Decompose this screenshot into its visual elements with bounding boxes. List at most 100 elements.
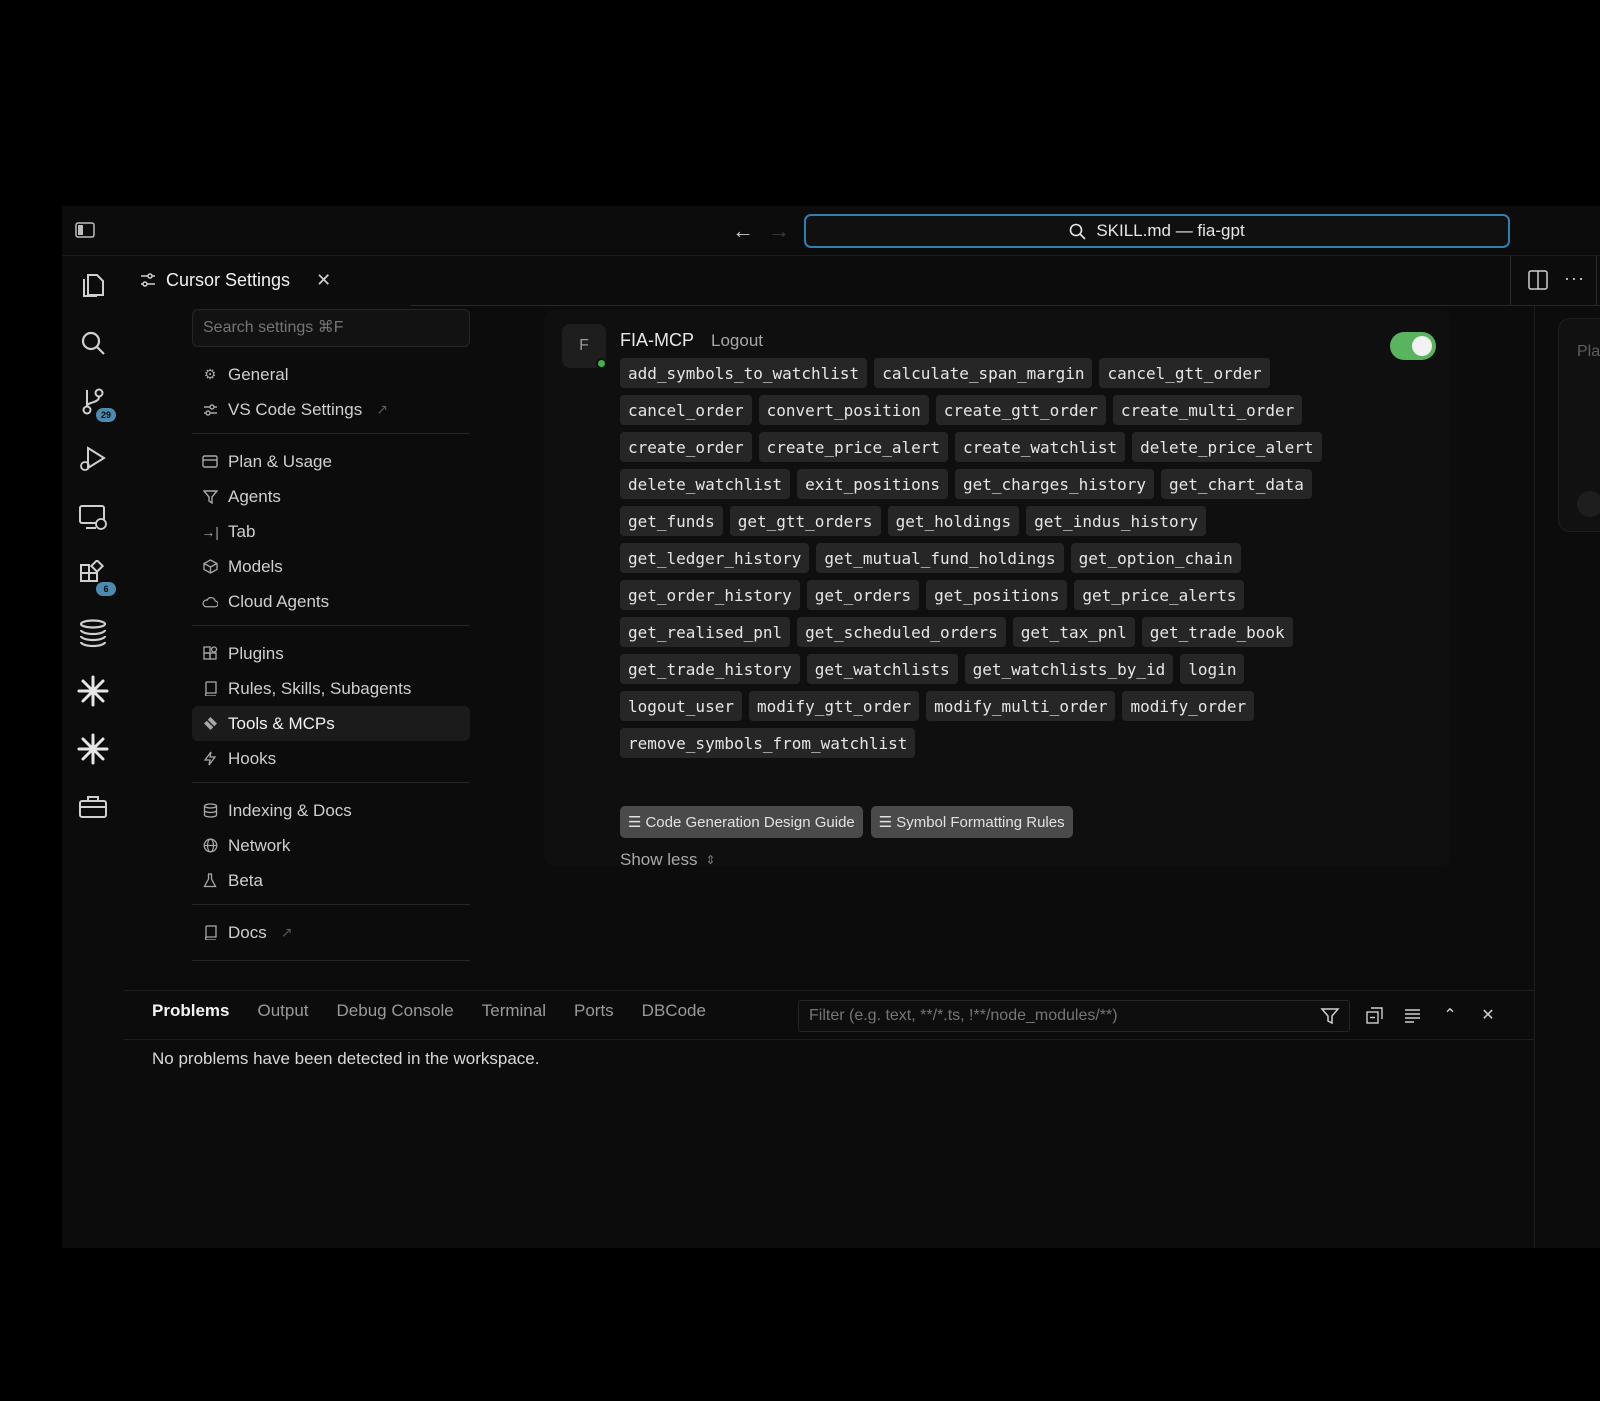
tab-cursor-settings[interactable]: Cursor Settings ✕: [124, 256, 410, 306]
sidebar-item-agents[interactable]: Agents: [192, 479, 470, 514]
view-as-list-icon[interactable]: [1402, 1005, 1422, 1025]
sidebar-item-indexing-docs[interactable]: Indexing & Docs: [192, 793, 470, 828]
tool-chip[interactable]: login: [1180, 654, 1245, 684]
tool-chip[interactable]: add_symbols_to_watchlist: [620, 358, 868, 388]
problems-filter-input[interactable]: [798, 1000, 1350, 1032]
bolt-icon: [202, 751, 218, 767]
sidebar-item-plugins[interactable]: Plugins: [192, 636, 470, 671]
sidebar-item-plan-usage[interactable]: Plan & Usage: [192, 444, 470, 479]
sidebar-item-tab[interactable]: →| Tab: [192, 514, 470, 549]
sparkle-icon[interactable]: [76, 674, 110, 708]
tool-chip[interactable]: convert_position: [758, 395, 929, 425]
tool-chip[interactable]: create_price_alert: [758, 432, 948, 462]
back-arrow-icon[interactable]: ←: [732, 218, 754, 244]
forward-arrow-icon[interactable]: →: [768, 218, 790, 244]
tool-chip[interactable]: cancel_gtt_order: [1099, 358, 1270, 388]
tool-chip[interactable]: get_scheduled_orders: [797, 617, 1006, 647]
tool-chip[interactable]: create_multi_order: [1112, 395, 1303, 425]
sidebar-item-label: Plan & Usage: [228, 451, 332, 471]
tool-chip[interactable]: get_price_alerts: [1074, 580, 1245, 610]
tool-chip[interactable]: get_gtt_orders: [729, 506, 881, 536]
tool-chip[interactable]: calculate_span_margin: [874, 358, 1093, 388]
sidebar-item-cloud-agents[interactable]: Cloud Agents: [192, 584, 470, 619]
tool-chip[interactable]: get_trade_book: [1141, 617, 1293, 647]
tool-chip[interactable]: cancel_order: [620, 395, 752, 425]
sidebar-item-models[interactable]: Models: [192, 549, 470, 584]
tab-terminal[interactable]: Terminal: [482, 1001, 546, 1021]
chevron-up-icon[interactable]: ⌃: [1440, 1005, 1460, 1025]
tool-chip[interactable]: logout_user: [620, 691, 742, 721]
tool-chip[interactable]: get_realised_pnl: [620, 617, 791, 647]
toggle-sidebar-icon[interactable]: [75, 222, 95, 238]
close-icon[interactable]: ✕: [316, 270, 331, 291]
external-link-icon: ↗: [280, 924, 293, 940]
tool-chip[interactable]: get_holdings: [887, 506, 1020, 536]
remote-explorer-icon[interactable]: [76, 500, 110, 534]
cloud-icon: [202, 594, 218, 610]
explorer-icon[interactable]: [76, 268, 110, 302]
tool-chip[interactable]: get_watchlists: [806, 654, 958, 684]
tool-chip[interactable]: get_option_chain: [1070, 543, 1241, 573]
tool-chip[interactable]: get_ledger_history: [620, 543, 810, 573]
tool-chip[interactable]: remove_symbols_from_watchlist: [620, 728, 916, 758]
sidebar-item-general[interactable]: ⚙ General: [192, 357, 470, 392]
search-settings-input[interactable]: [192, 309, 470, 347]
source-control-icon[interactable]: 29: [76, 384, 116, 422]
run-debug-icon[interactable]: [76, 442, 110, 476]
tool-chip[interactable]: get_watchlists_by_id: [964, 654, 1174, 684]
command-center[interactable]: SKILL.md — fia-gpt: [804, 214, 1510, 248]
extensions-icon[interactable]: 6: [76, 558, 116, 596]
sidebar-item-vscode-settings[interactable]: VS Code Settings ↗: [192, 392, 470, 427]
tool-chip[interactable]: modify_order: [1122, 691, 1255, 721]
server-enabled-toggle[interactable]: [1390, 332, 1436, 360]
tool-chip[interactable]: get_orders: [806, 580, 920, 610]
sidebar-item-beta[interactable]: Beta: [192, 863, 470, 898]
split-editor-icon[interactable]: [1528, 270, 1548, 290]
sidebar-item-label: General: [228, 364, 289, 384]
tool-chip[interactable]: get_charges_history: [954, 469, 1155, 499]
tool-chip[interactable]: get_mutual_fund_holdings: [816, 543, 1064, 573]
editor-tab-bar: Cursor Settings ✕ ···: [124, 256, 1600, 306]
tab-debug-console[interactable]: Debug Console: [337, 1001, 454, 1021]
tool-chip[interactable]: get_chart_data: [1161, 469, 1312, 499]
sidebar-item-network[interactable]: Network: [192, 828, 470, 863]
collapse-all-icon[interactable]: [1364, 1005, 1384, 1025]
tab-problems[interactable]: Problems: [152, 1001, 229, 1021]
filter-icon[interactable]: [1320, 1006, 1340, 1026]
bottom-panel: Problems Output Debug Console Terminal P…: [124, 990, 1534, 1248]
tab-ports[interactable]: Ports: [574, 1001, 614, 1021]
tool-chip[interactable]: delete_watchlist: [620, 469, 791, 499]
tool-chip[interactable]: get_indus_history: [1026, 506, 1206, 536]
tool-chip[interactable]: create_gtt_order: [935, 395, 1106, 425]
rule-chip[interactable]: ☰ Symbol Formatting Rules: [870, 806, 1073, 838]
mcp-server-card: F FIA-MCP Logout add_symbols_to_watchlis…: [544, 310, 1450, 869]
show-less-button[interactable]: Show less ⇕: [620, 850, 716, 870]
close-icon[interactable]: ✕: [1478, 1005, 1498, 1025]
infinity-icon[interactable]: [1577, 491, 1600, 517]
tool-chip[interactable]: create_order: [620, 432, 752, 462]
tool-chip[interactable]: create_watchlist: [954, 432, 1126, 462]
tool-chip[interactable]: get_trade_history: [620, 654, 800, 684]
tool-chip[interactable]: get_tax_pnl: [1012, 617, 1135, 647]
tab-dbcode[interactable]: DBCode: [642, 1001, 706, 1021]
search-icon[interactable]: [76, 326, 110, 360]
tool-chip[interactable]: get_funds: [620, 506, 723, 536]
sidebar-item-label: Docs: [228, 922, 267, 942]
database-icon[interactable]: [76, 616, 110, 650]
tool-chip[interactable]: exit_positions: [797, 469, 948, 499]
tab-output[interactable]: Output: [257, 1001, 308, 1021]
sidebar-item-hooks[interactable]: Hooks: [192, 741, 470, 776]
tool-chip[interactable]: get_positions: [926, 580, 1068, 610]
toolbox-icon[interactable]: [76, 790, 110, 824]
sidebar-item-docs[interactable]: Docs ↗: [192, 915, 470, 950]
sparkle-icon[interactable]: [76, 732, 110, 766]
logout-link[interactable]: Logout: [711, 331, 763, 351]
rule-chip[interactable]: ☰ Code Generation Design Guide: [620, 806, 863, 838]
more-actions-icon[interactable]: ···: [1564, 268, 1585, 289]
sidebar-item-tools-mcps[interactable]: Tools & MCPs: [192, 706, 470, 741]
sidebar-item-rules[interactable]: Rules, Skills, Subagents: [192, 671, 470, 706]
tool-chip[interactable]: delete_price_alert: [1132, 432, 1322, 462]
tool-chip[interactable]: modify_gtt_order: [748, 691, 920, 721]
tool-chip[interactable]: modify_multi_order: [926, 691, 1116, 721]
tool-chip[interactable]: get_order_history: [620, 580, 800, 610]
